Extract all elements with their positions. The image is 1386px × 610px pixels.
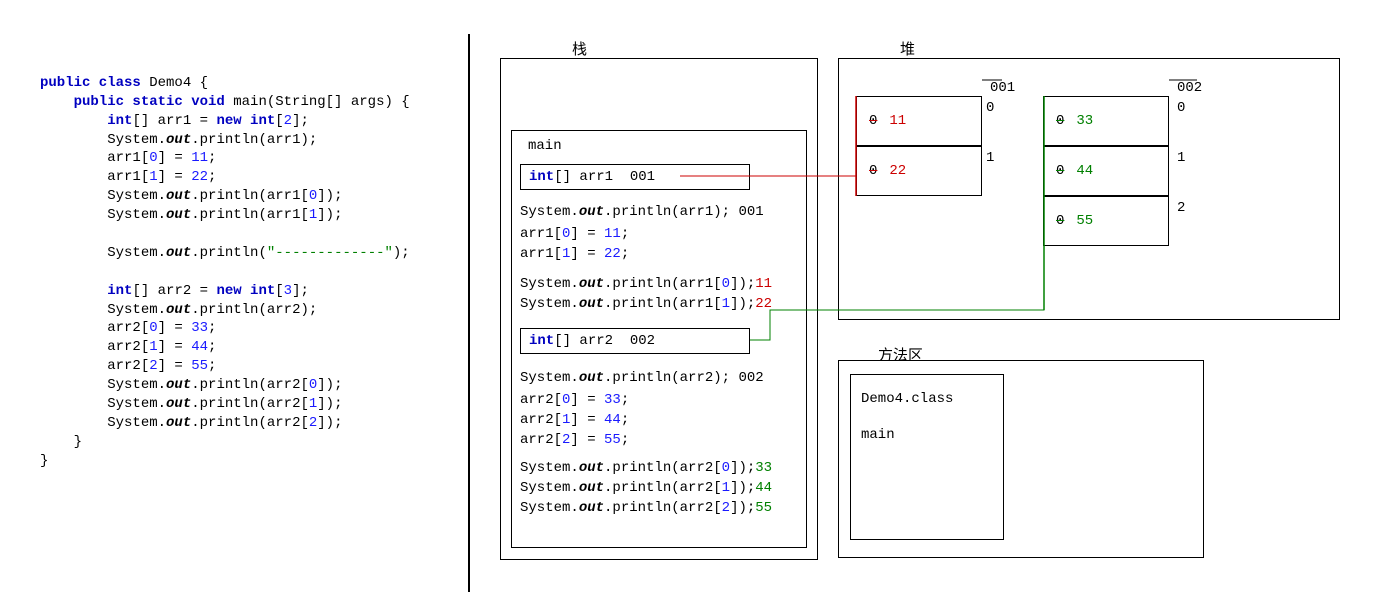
out-22: 22	[755, 296, 772, 312]
arr2-cell-2: 0 55	[1043, 196, 1169, 246]
stack-print-arr1: System.out.println(arr1); 001	[520, 204, 764, 220]
arr1-cell-1-val: 22	[889, 163, 906, 179]
arr1-cell-1: 0 22	[856, 146, 982, 196]
out-44: 44	[755, 480, 772, 496]
vertical-divider	[468, 34, 470, 592]
arr1-idx-1: 1	[986, 150, 1006, 166]
stack-arr2-2: arr2[2] = 55;	[520, 432, 629, 448]
stack-print-arr2-2: System.out.println(arr2[2]);55	[520, 500, 772, 516]
stack-print-arr2-0: System.out.println(arr2[0]);33	[520, 460, 772, 476]
arr2-pointer-value: 002	[630, 333, 655, 349]
arr2-idx-1: 1	[1177, 150, 1197, 166]
out-55: 55	[755, 500, 772, 516]
arr2-address: 002	[1177, 80, 1202, 96]
arr2-cell-2-old: 0	[1056, 213, 1064, 229]
arr2-idx-2: 2	[1177, 200, 1197, 216]
arr1-cell-0-val: 11	[889, 113, 906, 129]
arr1-variable-box: int[] arr1 001	[520, 164, 750, 190]
arr1-address: 001	[990, 80, 1015, 96]
stack-arr2-0: arr2[0] = 33;	[520, 392, 629, 408]
arr2-cell-0-val: 33	[1076, 113, 1093, 129]
stack-print-arr2-1: System.out.println(arr2[1]);44	[520, 480, 772, 496]
arr2-cell-1: 0 44	[1043, 146, 1169, 196]
arr1-cell-0: 0 11	[856, 96, 982, 146]
out-33: 33	[755, 460, 772, 476]
class-file-label: Demo4.class	[861, 381, 993, 417]
method-label: main	[861, 417, 993, 453]
stack-print-arr1-0: System.out.println(arr1[0]);11	[520, 276, 772, 292]
out-arr1-addr: 001	[738, 204, 763, 220]
stack-arr1-1: arr1[1] = 22;	[520, 246, 629, 262]
stack-print-arr1-1: System.out.println(arr1[1]);22	[520, 296, 772, 312]
out-arr2-addr: 002	[738, 370, 763, 386]
arr2-variable-box: int[] arr2 002	[520, 328, 750, 354]
arr1-cell-1-old: 0	[869, 163, 877, 179]
arr2-cell-1-val: 44	[1076, 163, 1093, 179]
arr1-cell-0-old: 0	[869, 113, 877, 129]
main-frame-label: main	[528, 138, 562, 154]
heap-title: 堆	[900, 38, 915, 59]
source-code: public class Demo4 { public static void …	[40, 55, 410, 471]
method-area-inner-box: Demo4.class main	[850, 374, 1004, 540]
stack-title: 栈	[572, 38, 587, 59]
arr2-cell-2-val: 55	[1076, 213, 1093, 229]
arr2-cell-0-old: 0	[1056, 113, 1064, 129]
arr2-cell-1-old: 0	[1056, 163, 1064, 179]
stack-arr1-0: arr1[0] = 11;	[520, 226, 629, 242]
arr1-idx-0: 0	[986, 100, 1006, 116]
arr2-cell-0: 0 33	[1043, 96, 1169, 146]
out-11: 11	[755, 276, 772, 292]
stack-arr2-1: arr2[1] = 44;	[520, 412, 629, 428]
arr1-pointer-value: 001	[630, 169, 655, 185]
stack-print-arr2: System.out.println(arr2); 002	[520, 370, 764, 386]
arr2-idx-0: 0	[1177, 100, 1197, 116]
